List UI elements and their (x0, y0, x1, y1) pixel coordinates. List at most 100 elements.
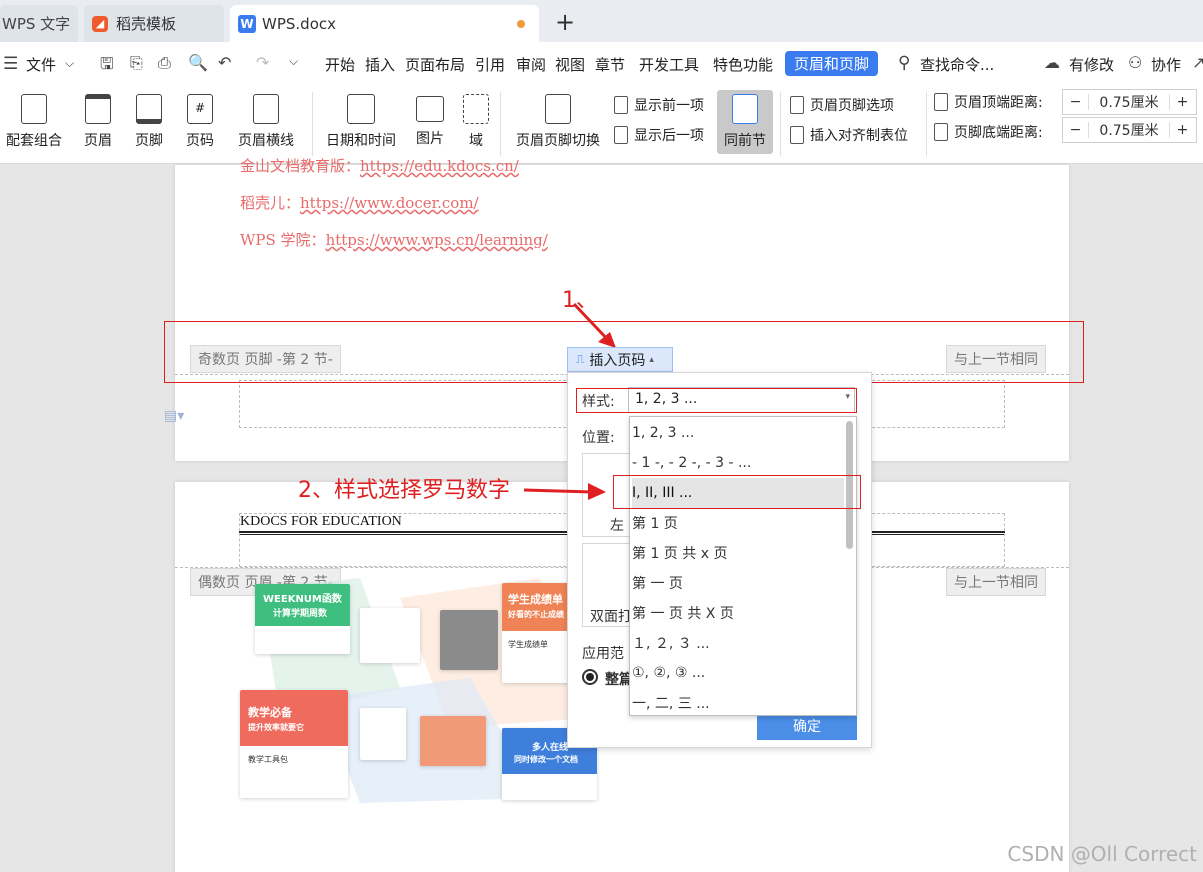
menu-chapter[interactable]: 章节 (595, 54, 625, 75)
increment-button[interactable]: + (1169, 94, 1195, 110)
ok-button[interactable]: 确定 (757, 712, 857, 740)
menu-references[interactable]: 引用 (475, 54, 505, 75)
position-label: 位置: (582, 430, 615, 446)
menu-header-footer[interactable]: 页眉和页脚 (785, 51, 879, 76)
hf-switch-icon (545, 94, 571, 124)
modified-status[interactable]: 有修改 (1069, 54, 1114, 75)
footer-bottom-distance-label: 页脚底端距离: (934, 122, 1043, 142)
style-option[interactable]: - 1 -, - 2 -, - 3 - ... (632, 448, 844, 478)
redo-icon[interactable]: ↷ (256, 53, 269, 72)
header-top-distance-input[interactable]: 0.75厘米 (1089, 92, 1169, 112)
save-icon[interactable]: 🖫 (100, 53, 114, 80)
card-orange (420, 716, 486, 766)
insert-align-tab-button[interactable]: 插入对齐制表位 (790, 125, 908, 145)
decrement-button[interactable]: − (1063, 94, 1089, 110)
page-number-small-icon: ⎍ (576, 352, 585, 366)
template-collage-image: WEEKNUM函数 计算学期周数 学生成绩单 好看的不止成绩 学生成绩单 教学必… (240, 578, 600, 803)
hamburger-icon[interactable]: ☰ (3, 54, 18, 74)
print-icon[interactable]: ⎙ (158, 53, 171, 73)
style-option[interactable]: 第 1 页 共 x 页 (632, 538, 844, 568)
header-button[interactable]: 页眉 (76, 86, 120, 150)
show-next-button[interactable]: 显示后一项 (614, 125, 704, 145)
doc-link-line-3: WPS 学院：https://www.wps.cn/learning/ (240, 231, 548, 249)
insert-page-number-button[interactable]: ⎍ 插入页码 ▴ (567, 347, 673, 372)
print-preview-icon[interactable]: 🔍 (188, 53, 208, 72)
hf-options-button[interactable]: 页眉页脚选项 (790, 95, 894, 115)
card-small-1 (360, 608, 420, 663)
footer-icon (136, 94, 162, 124)
decrement-button[interactable]: − (1063, 122, 1089, 138)
same-as-prev-button[interactable]: 同前节 (717, 90, 773, 154)
unsaved-dot-icon (517, 20, 525, 28)
page-number-button[interactable]: # 页码 (178, 86, 222, 150)
ribbon-separator (926, 92, 927, 156)
date-time-button[interactable]: 日期和时间 (322, 86, 400, 150)
field-icon (463, 94, 489, 124)
search-icon[interactable]: ⚲ (898, 53, 910, 73)
bundle-button[interactable]: 配套组合 (0, 86, 68, 150)
annotation-style-box (576, 388, 857, 413)
whole-document-radio[interactable] (582, 669, 598, 685)
annotation-arrow-2 (523, 483, 606, 500)
show-next-icon (614, 126, 628, 144)
style-option[interactable]: 第 1 页 (632, 508, 844, 538)
header-top-distance-label: 页眉顶端距离: (934, 92, 1043, 112)
style-option[interactable]: １, ２, ３ ... (632, 628, 844, 658)
bundle-icon (21, 94, 47, 124)
undo-icon[interactable]: ↶ (218, 53, 231, 72)
footer-bottom-distance-input[interactable]: 0.75厘米 (1089, 120, 1169, 140)
style-option[interactable]: 第 一 页 共 X 页 (632, 598, 844, 628)
header-line-button[interactable]: 页眉横线 (230, 86, 302, 150)
wps-w-icon: W (238, 14, 256, 33)
left-option-label: 左 (610, 518, 624, 534)
same-as-prev-icon (732, 94, 758, 124)
duplex-option-label: 双面打 (590, 609, 632, 625)
more-chevron-icon[interactable]: ⌵ (289, 54, 298, 69)
align-tab-icon (790, 126, 804, 144)
style-option[interactable]: 一, 二, 三 ... (632, 688, 844, 715)
docer-logo-icon: ◢ (92, 15, 108, 32)
cloud-sync-icon[interactable]: ☁ (1044, 53, 1060, 72)
tab-wps-docx[interactable]: W WPS.docx (230, 5, 539, 42)
style-option[interactable]: 第 一 页 (632, 568, 844, 598)
chevron-down-icon[interactable]: ⌵ (65, 56, 74, 71)
card-weeknum: WEEKNUM函数 计算学期周数 (255, 584, 350, 654)
share-icon[interactable]: ↗ (1192, 53, 1203, 72)
picture-button[interactable]: 图片 (408, 86, 452, 148)
increment-button[interactable]: + (1169, 122, 1195, 138)
same-as-prev-badge-2: 与上一节相同 (946, 568, 1046, 596)
hf-switch-button[interactable]: 页眉页脚切换 (510, 86, 606, 150)
command-search[interactable]: 查找命令... (920, 54, 994, 75)
menu-developer[interactable]: 开发工具 (639, 54, 699, 75)
collab-button[interactable]: 协作 (1151, 54, 1181, 75)
csdn-watermark: CSDN @Oll Correct (1007, 842, 1197, 866)
hf-options-icon (790, 96, 804, 114)
footer-bottom-distance-spinner[interactable]: − 0.75厘米 + (1062, 117, 1197, 143)
show-prev-button[interactable]: 显示前一项 (614, 95, 704, 115)
text-wrap-icon[interactable]: ▤▾ (164, 408, 184, 424)
menu-review[interactable]: 审阅 (516, 54, 546, 75)
collab-user-icon[interactable]: ⚇ (1128, 53, 1142, 72)
apply-range-label: 应用范 (582, 646, 624, 662)
menu-insert[interactable]: 插入 (365, 54, 395, 75)
format-painter-icon[interactable]: ⎘ (130, 53, 143, 73)
tab-docer-templates[interactable]: ◢ 稻壳模板 (84, 5, 224, 42)
menu-special-features[interactable]: 特色功能 (713, 54, 773, 75)
menu-start[interactable]: 开始 (325, 54, 355, 75)
header-top-distance-spinner[interactable]: − 0.75厘米 + (1062, 89, 1197, 115)
tab-wps-writer[interactable]: WPS 文字 (0, 5, 78, 42)
doc-link-line-1: 金山文档教育版：https://edu.kdocs.cn/ (240, 157, 519, 175)
style-dropdown-list: 1, 2, 3 ... - 1 -, - 2 -, - 3 - ... I, I… (629, 416, 857, 716)
menu-page-layout[interactable]: 页面布局 (405, 54, 465, 75)
ribbon-separator (500, 92, 501, 156)
footer-button[interactable]: 页脚 (127, 86, 171, 150)
picture-icon (416, 96, 444, 122)
caret-up-icon: ▴ (649, 354, 654, 365)
field-button[interactable]: 域 (460, 86, 492, 150)
style-option[interactable]: ①, ②, ③ ... (632, 658, 844, 688)
menu-view[interactable]: 视图 (555, 54, 585, 75)
style-option[interactable]: 1, 2, 3 ... (632, 418, 844, 448)
annotation-step-2: 2、样式选择罗马数字 (298, 478, 510, 503)
new-tab-plus-icon[interactable]: + (555, 8, 575, 36)
menu-file[interactable]: 文件 (26, 54, 56, 75)
